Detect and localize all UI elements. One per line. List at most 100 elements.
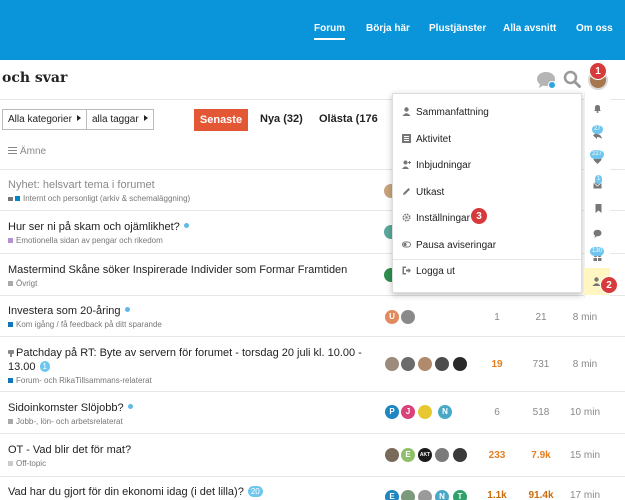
category-label: Off-topic [16, 459, 47, 468]
nav-link-forum[interactable]: Forum [314, 23, 346, 40]
nav-link-om-oss[interactable]: Om oss [576, 23, 613, 34]
avatar[interactable] [385, 357, 399, 371]
tab-latest[interactable]: Senaste [194, 109, 248, 131]
avatar[interactable] [435, 357, 449, 371]
category-color-icon [8, 238, 13, 243]
views-count: 7.9k [531, 450, 551, 461]
category-filter[interactable]: Alla kategorier [2, 109, 87, 130]
topic-category[interactable]: Övrigt [8, 279, 37, 288]
avatar[interactable] [401, 310, 415, 324]
user-icon [402, 107, 411, 116]
avatar[interactable] [453, 357, 467, 371]
topic-category[interactable]: Off-topic [8, 459, 46, 468]
menu-item-label: Utkast [416, 187, 445, 198]
avatar[interactable]: AKT [418, 448, 432, 462]
topic-category[interactable]: Emotionella sidan av pengar och rikedom [8, 236, 163, 245]
chat-icon[interactable] [536, 71, 556, 89]
caret-right-icon [143, 115, 148, 121]
bookmark-icon[interactable] [594, 204, 603, 213]
divider [0, 391, 625, 392]
menu-divider [393, 259, 581, 260]
replies-count[interactable]: 19 [488, 359, 506, 370]
category-label: Emotionella sidan av pengar och rikedom [16, 236, 163, 245]
menu-item-label: Sammanfattning [416, 107, 489, 118]
topic-category[interactable]: Internt och personligt (arkiv & schemalä… [8, 194, 190, 203]
menu-item-logout[interactable]: Logga ut [402, 266, 455, 277]
avatar[interactable]: T [453, 490, 467, 500]
avatar[interactable]: E [385, 490, 399, 500]
topic-title[interactable]: Mastermind Skåne söker Inspirerade Indiv… [8, 264, 347, 276]
menu-item-invites[interactable]: Inbjudningar [402, 160, 471, 171]
list-icon [8, 147, 17, 154]
menu-item-label: Aktivitet [416, 134, 452, 145]
topic-title[interactable]: Patchday på RT: Byte av servern för foru… [8, 347, 362, 359]
menu-item-label: Logga ut [416, 266, 455, 277]
avatar[interactable]: J [401, 405, 415, 419]
category-label: Kom igång / få feedback på ditt sparande [16, 320, 162, 329]
replies-count[interactable]: 6 [488, 407, 506, 418]
menu-item-drafts[interactable]: Utkast [402, 187, 444, 198]
replies-count[interactable]: 1 [488, 312, 506, 323]
divider [0, 476, 625, 477]
tag-filter[interactable]: alla taggar [86, 109, 154, 130]
menu-item-preferences[interactable]: Inställningar [402, 213, 470, 224]
activity-time[interactable]: 17 min [568, 490, 602, 500]
avatar[interactable]: N [438, 405, 452, 419]
tab-unread[interactable]: Olästa (176 [319, 113, 378, 125]
stream-icon [402, 134, 411, 143]
unread-count-badge[interactable]: 1 [39, 361, 50, 372]
avatar[interactable] [418, 357, 432, 371]
replies-count[interactable]: 1.1k [484, 490, 510, 500]
activity-time[interactable]: 8 min [568, 312, 602, 323]
category-color-icon [8, 281, 13, 286]
topic-title[interactable]: Hur ser ni på skam och ojämlikhet? [8, 221, 189, 233]
category-filter-label: Alla kategorier [8, 114, 72, 125]
avatar[interactable] [453, 448, 467, 462]
topic-title-continued[interactable]: 13.00 1 [8, 361, 50, 373]
topic-category[interactable]: Kom igång / få feedback på ditt sparande [8, 320, 162, 329]
avatar[interactable] [401, 357, 415, 371]
nav-link-plustjanster[interactable]: Plustjänster [429, 23, 486, 34]
avatar[interactable]: N [435, 490, 449, 500]
avatar[interactable] [418, 405, 432, 419]
topic-category[interactable]: Forum- och RikaTillsammans-relaterat [8, 376, 152, 385]
topic-title[interactable]: Investera som 20-åring [8, 305, 130, 317]
comment-icon[interactable] [593, 229, 602, 238]
nav-link-alla-avsnitt[interactable]: Alla avsnitt [503, 23, 556, 34]
search-icon[interactable] [563, 70, 581, 88]
nav-link-borja-har[interactable]: Börja här [366, 23, 410, 34]
divider [0, 336, 625, 337]
unread-dot-icon [183, 223, 189, 228]
avatar[interactable] [418, 490, 432, 500]
topic-title-text: 13.00 [8, 361, 36, 373]
avatar[interactable]: U [385, 310, 399, 324]
unread-count-badge[interactable]: 20 [247, 486, 263, 497]
activity-time[interactable]: 8 min [568, 359, 602, 370]
activity-time[interactable]: 10 min [568, 407, 602, 418]
topic-title[interactable]: Nyhet: helsvart tema i forumet [8, 179, 155, 191]
site-title[interactable]: och svar [2, 70, 67, 86]
topic-title[interactable]: Vad har du gjort för din ekonomi idag (i… [8, 486, 263, 498]
category-color-icon [8, 419, 13, 424]
bell-icon[interactable] [593, 104, 602, 113]
menu-item-summary[interactable]: Sammanfattning [402, 107, 489, 118]
topic-title[interactable]: Sidoinkomster Slöjobb? [8, 402, 133, 414]
pencil-icon [403, 188, 410, 195]
avatar[interactable] [385, 448, 399, 462]
column-header-topic[interactable]: Ämne [8, 146, 46, 157]
category-color-icon [8, 461, 13, 466]
replies-count[interactable]: 233 [484, 450, 510, 461]
menu-item-label: Inställningar [416, 213, 470, 224]
menu-item-pause-notifications[interactable]: Pausa aviseringar [402, 240, 496, 251]
topic-title[interactable]: OT - Vad blir det för mat? [8, 444, 131, 456]
avatar[interactable] [435, 448, 449, 462]
avatar[interactable]: E [401, 448, 415, 462]
topic-category[interactable]: Jobb-, lön- och arbetsrelaterat [8, 417, 123, 426]
avatar[interactable]: P [385, 405, 399, 419]
avatar[interactable] [401, 490, 415, 500]
activity-time[interactable]: 15 min [568, 450, 602, 461]
tab-new[interactable]: Nya (32) [260, 113, 303, 125]
menu-item-activity[interactable]: Aktivitet [402, 134, 451, 145]
menu-item-label: Inbjudningar [416, 160, 472, 171]
gear-icon [402, 213, 411, 222]
